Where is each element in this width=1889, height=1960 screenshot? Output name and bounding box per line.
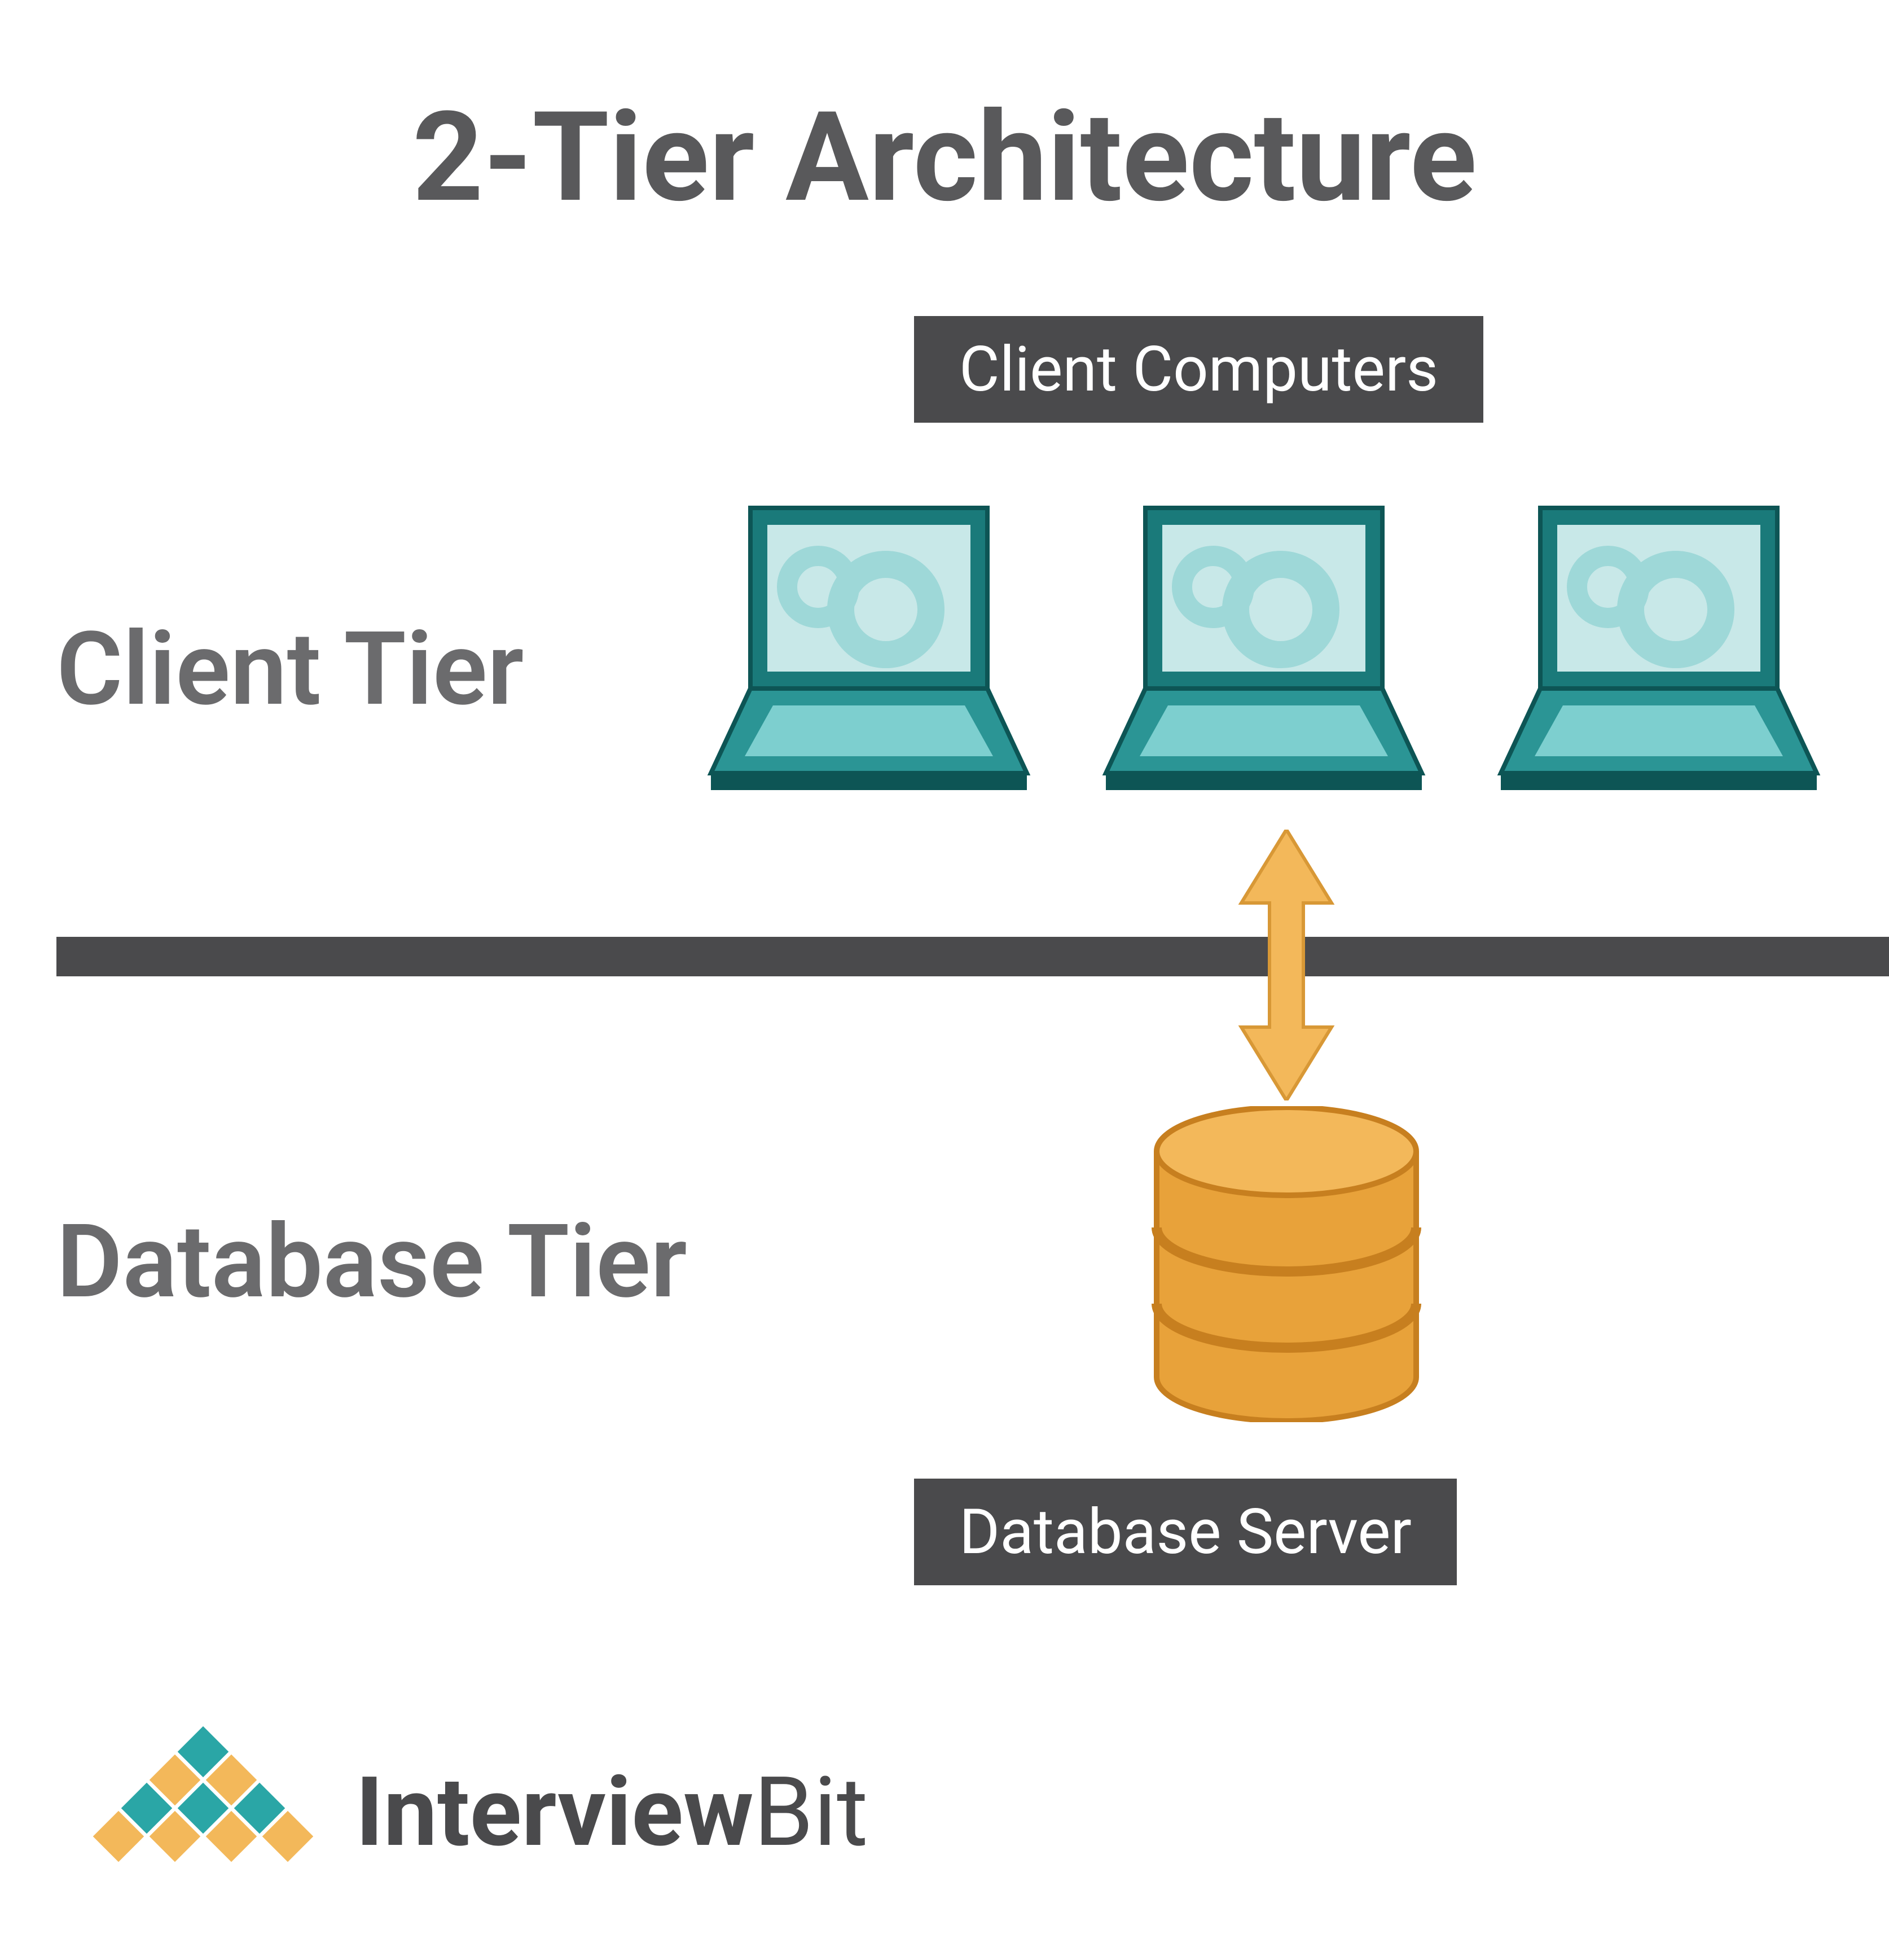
diamond-pyramid-icon (79, 1726, 327, 1898)
brand-name-bold: Interview (355, 1756, 754, 1869)
database-cylinder-icon (1145, 1106, 1427, 1424)
brand-name-light: Bit (754, 1756, 868, 1869)
bidirectional-arrow-icon (1230, 830, 1343, 1103)
client-computers-badge: Client Computers (914, 316, 1483, 423)
laptop-row (700, 497, 1828, 804)
brand-logo: InterviewBit (79, 1726, 868, 1898)
laptop-icon (1095, 497, 1433, 804)
database-tier-label: Database Tier (56, 1202, 687, 1321)
diagram-title: 2-Tier Architecture (0, 85, 1889, 230)
laptop-icon (1490, 497, 1828, 804)
database-server-badge: Database Server (914, 1479, 1457, 1585)
brand-name: InterviewBit (355, 1756, 868, 1869)
client-tier-label: Client Tier (56, 610, 524, 729)
tier-divider-line (56, 937, 1889, 976)
laptop-icon (700, 497, 1038, 804)
